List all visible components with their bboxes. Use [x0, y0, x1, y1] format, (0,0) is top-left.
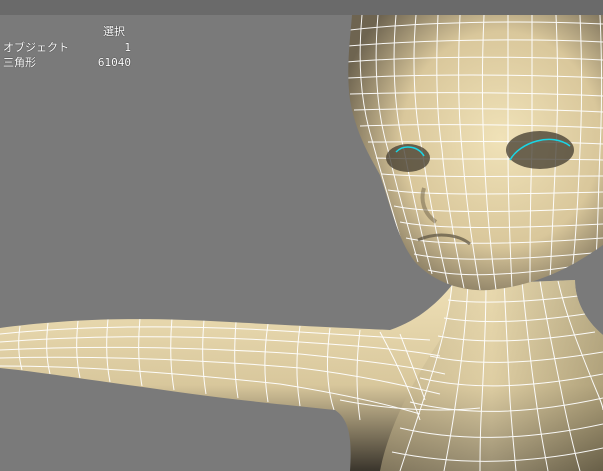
- head-mesh: [348, 15, 603, 291]
- character-mesh[interactable]: [0, 0, 603, 471]
- torso-mesh: [0, 280, 603, 471]
- 3d-viewport[interactable]: 選択 オブジェクト 1 三角形 61040: [0, 0, 603, 471]
- right-eye: [506, 131, 574, 169]
- hud-label-triangles: 三角形: [3, 56, 36, 69]
- hud-value-triangles: 61040: [97, 56, 131, 69]
- hud-value-objects: 1: [124, 41, 131, 54]
- hud-header: 選択: [103, 25, 125, 38]
- hud-label-objects: オブジェクト: [3, 41, 69, 54]
- left-eye: [386, 144, 430, 172]
